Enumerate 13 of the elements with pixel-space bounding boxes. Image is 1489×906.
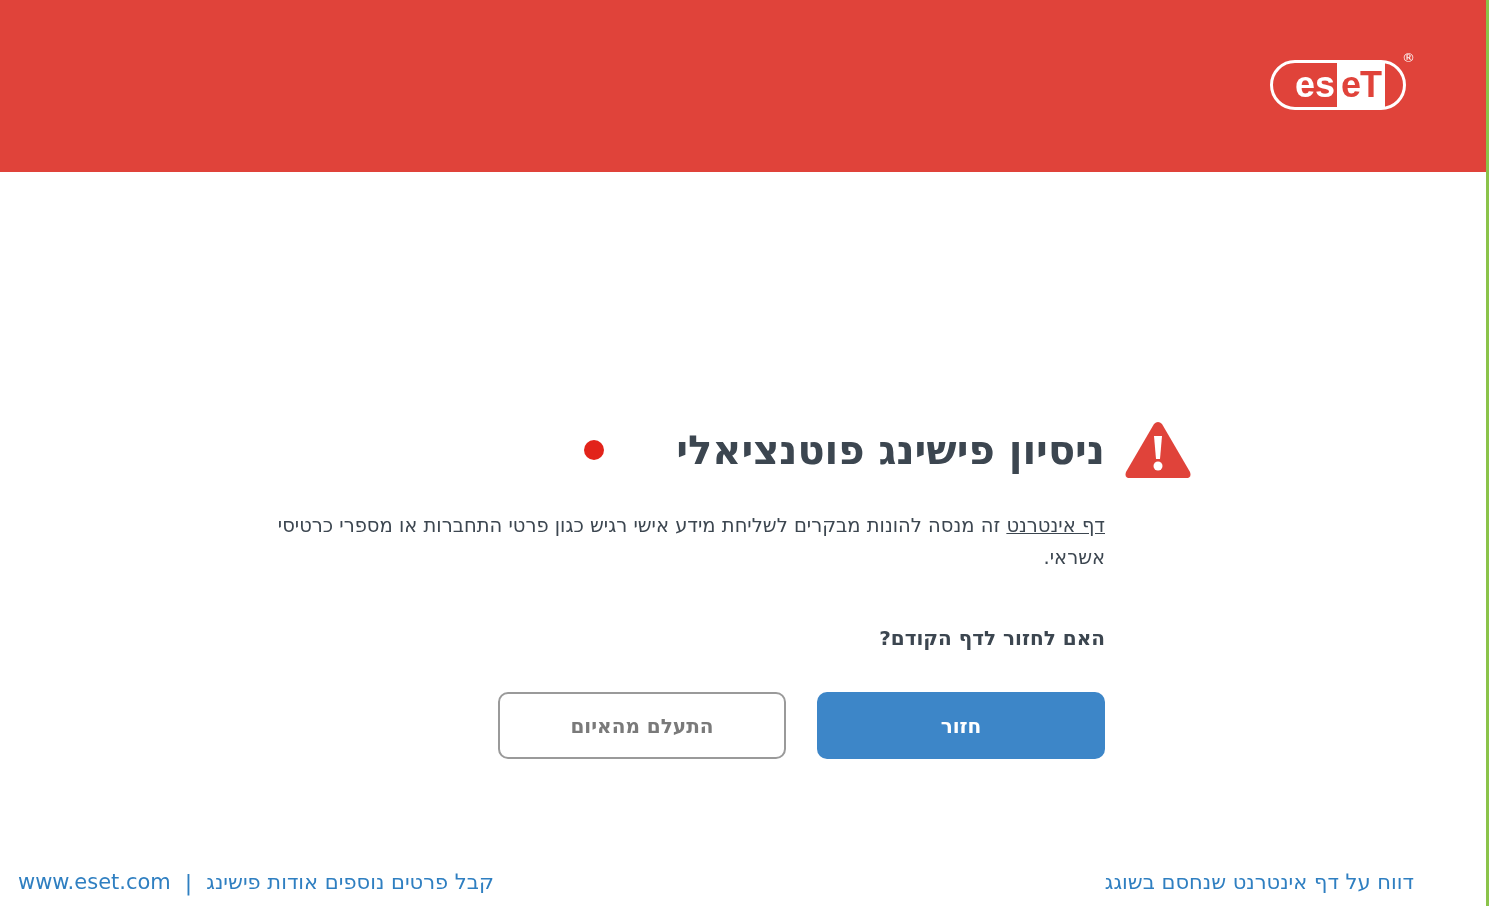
back-button[interactable]: חזור (817, 692, 1105, 759)
report-link[interactable]: דווח על דף אינטרנט שנחסם בשוגג (1104, 870, 1414, 894)
webpage-link[interactable]: דף אינטרנט (1006, 514, 1105, 537)
ignore-threat-button[interactable]: התעלם מהאיום (498, 692, 786, 759)
learn-more-link[interactable]: קבל פרטים נוספים אודות פישינג (206, 870, 494, 894)
alert-title: ניסיון פישינג פוטנציאלי (676, 427, 1105, 473)
website-link[interactable]: www.eset.com (18, 870, 171, 894)
logo: es eT (1270, 60, 1406, 110)
warning-icon (1125, 421, 1191, 479)
status-dot-icon (584, 440, 605, 460)
separator: | (184, 869, 193, 895)
alert-description: דף אינטרנט זה מנסה להונות מבקרים לשליחת מידע אישי רגיש כגון פרטי התחברות או מספרי כרטיסי אשראי. (276, 513, 1105, 571)
question-text: האם לחזור לדף הקודם? (878, 626, 1105, 650)
